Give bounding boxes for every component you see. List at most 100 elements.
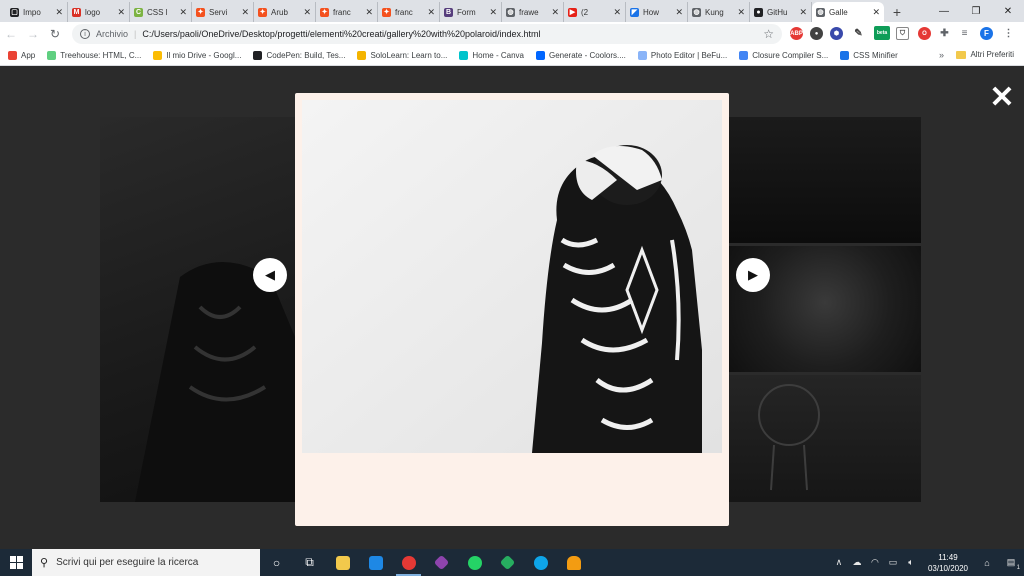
tab-close-icon[interactable]: ✕ <box>872 7 880 18</box>
bookmark-item[interactable]: Photo Editor | BeFu... <box>637 51 727 60</box>
browser-tab[interactable]: Mlogo ✕ <box>68 2 130 22</box>
bookmark-item[interactable]: App <box>8 51 35 60</box>
tray-wifi-icon[interactable]: ◠ <box>868 557 882 568</box>
reading-list-icon[interactable]: ≡ <box>958 27 971 40</box>
tab-close-icon[interactable]: ✕ <box>179 7 187 18</box>
bookmark-item[interactable]: SoloLearn: Learn to... <box>357 51 447 60</box>
tab-label: frawe <box>519 7 539 17</box>
browser-tab[interactable]: ✦ Arub ✕ <box>254 2 316 22</box>
bookmark-favicon-icon <box>637 51 647 60</box>
browser-tab[interactable]: ▢ Impo ✕ <box>6 2 68 22</box>
tab-favicon-icon: ✦ <box>258 7 267 17</box>
tab-close-icon[interactable]: ✕ <box>551 7 559 18</box>
browser-tab[interactable]: ✦ franc ✕ <box>378 2 440 22</box>
tab-close-icon[interactable]: ✕ <box>489 7 497 18</box>
vscode-icon[interactable] <box>359 549 392 576</box>
tab-close-icon[interactable]: ✕ <box>675 7 683 18</box>
bookmark-label: Closure Compiler S... <box>752 51 829 60</box>
next-arrow-button[interactable]: ▶ <box>736 258 770 292</box>
tray-volume-icon[interactable]: 🔈︎ <box>904 557 918 568</box>
task-view-icon[interactable]: ⧉ <box>293 549 326 576</box>
tab-close-icon[interactable]: ✕ <box>55 7 63 18</box>
tray-battery-icon[interactable]: ▭ <box>886 557 900 568</box>
back-icon[interactable]: ← <box>0 23 22 45</box>
tab-close-icon[interactable]: ✕ <box>117 7 125 18</box>
lightbox-close-button[interactable]: ✕ <box>988 81 1016 114</box>
cortana-icon[interactable]: ○ <box>260 549 293 576</box>
edge-icon[interactable] <box>524 549 557 576</box>
browser-tab[interactable]: ✦ Servi ✕ <box>192 2 254 22</box>
tab-close-icon[interactable]: ✕ <box>303 7 311 18</box>
browser-tab[interactable]: C CSS l ✕ <box>130 2 192 22</box>
tab-close-icon[interactable]: ✕ <box>241 7 249 18</box>
bookmark-item[interactable]: CSS Minifier <box>840 51 898 60</box>
window-close-button[interactable]: ✕ <box>992 0 1024 22</box>
browser-tab[interactable]: ▶ (2 ✕ <box>564 2 626 22</box>
bookmark-item[interactable]: Home - Canva <box>459 51 524 60</box>
tab-close-icon[interactable]: ✕ <box>737 7 745 18</box>
taskbar-search-input[interactable]: ⚲ Scrivi qui per eseguire la ricerca <box>32 549 260 576</box>
tab-close-icon[interactable]: ✕ <box>799 7 807 18</box>
minimize-button[interactable]: — <box>928 0 960 22</box>
tab-label: Servi <box>209 7 228 17</box>
chrome-taskbar-icon[interactable] <box>392 549 425 576</box>
close-icon: ✕ <box>989 81 1015 114</box>
info-icon[interactable]: i <box>80 29 90 39</box>
bookmark-star-icon[interactable]: ☆ <box>763 27 774 41</box>
tray-app-icon[interactable]: ⌂ <box>978 558 996 568</box>
profile-avatar[interactable]: F <box>980 27 993 40</box>
dark-extension-icon[interactable]: ● <box>810 27 823 40</box>
browser-tab[interactable]: ◍ frawe ✕ <box>502 2 564 22</box>
tab-close-icon[interactable]: ✕ <box>427 7 435 18</box>
bookmark-item[interactable]: Closure Compiler S... <box>739 51 828 60</box>
system-clock[interactable]: 11:49 03/10/2020 <box>928 552 968 574</box>
start-button[interactable] <box>0 549 32 576</box>
tab-favicon-icon: ✦ <box>196 7 205 17</box>
notifications-icon[interactable]: ▤ 1 <box>1000 557 1022 571</box>
new-tab-button[interactable]: + <box>888 2 906 22</box>
tray-chevron-up-icon[interactable]: ∧ <box>832 557 846 568</box>
tab-label: CSS l <box>147 7 168 17</box>
gitkraken-icon[interactable] <box>425 549 458 576</box>
polaroid-frame <box>295 93 729 526</box>
greenshot-icon[interactable] <box>491 549 524 576</box>
tab-close-icon[interactable]: ✕ <box>613 7 621 18</box>
app-hat-icon[interactable] <box>557 549 590 576</box>
forward-icon[interactable]: → <box>22 23 44 45</box>
adblock-extension-icon[interactable]: ABP <box>790 27 803 40</box>
notification-count: 1 <box>1016 565 1020 571</box>
address-bar[interactable]: i Archivio | C:/Users/paoli/OneDrive/Des… <box>72 24 782 44</box>
other-bookmarks-folder[interactable]: Altri Preferiti <box>956 50 1014 59</box>
beta-extension-icon[interactable]: beta <box>874 26 890 40</box>
shield-extension-icon[interactable]: ⛉ <box>896 27 909 40</box>
puzzle-icon[interactable]: ✚ <box>938 27 951 40</box>
browser-tab[interactable]: B Form ✕ <box>440 2 502 22</box>
file-explorer-icon[interactable] <box>326 549 359 576</box>
menu-kebab-icon[interactable]: ⋮ <box>1002 27 1015 40</box>
browser-tab[interactable]: ◍ Galle ✕ <box>812 2 884 22</box>
bookmarks-bar: App Treehouse: HTML, C... Il mio Drive - G… <box>0 46 1024 66</box>
opera-extension-icon[interactable]: O <box>918 27 931 40</box>
hexagon-extension-icon[interactable]: ⬢ <box>830 27 843 40</box>
prev-arrow-button[interactable]: ◀ <box>253 258 287 292</box>
url-text[interactable]: C:/Users/paoli/OneDrive/Desktop/progetti… <box>142 29 540 39</box>
bookmark-item[interactable]: Generate - Coolors.... <box>535 51 626 60</box>
bookmark-item[interactable]: Il mio Drive - Googl... <box>153 51 241 60</box>
bookmark-item[interactable]: Treehouse: HTML, C... <box>47 51 141 60</box>
eyedropper-extension-icon[interactable]: ✎ <box>852 27 865 40</box>
bookmarks-overflow-icon[interactable]: » <box>939 50 944 60</box>
tab-label: logo <box>85 7 101 17</box>
tab-label: Impo <box>23 7 41 17</box>
whatsapp-icon[interactable] <box>458 549 491 576</box>
reload-icon[interactable]: ↻ <box>44 23 66 45</box>
restore-button[interactable]: ❐ <box>960 0 992 22</box>
tray-network-alert-icon[interactable]: ☁ <box>850 557 864 568</box>
bookmark-item[interactable]: CodePen: Build, Tes... <box>253 51 345 60</box>
bookmark-label: App <box>21 51 36 60</box>
tab-close-icon[interactable]: ✕ <box>365 7 373 18</box>
browser-tab[interactable]: ◤ How ✕ <box>626 2 688 22</box>
browser-tab[interactable]: ◍ Kung ✕ <box>688 2 750 22</box>
browser-tab[interactable]: ● GitHu ✕ <box>750 2 812 22</box>
clock-time: 11:49 <box>938 552 958 562</box>
browser-tab[interactable]: ✦ franc ✕ <box>316 2 378 22</box>
